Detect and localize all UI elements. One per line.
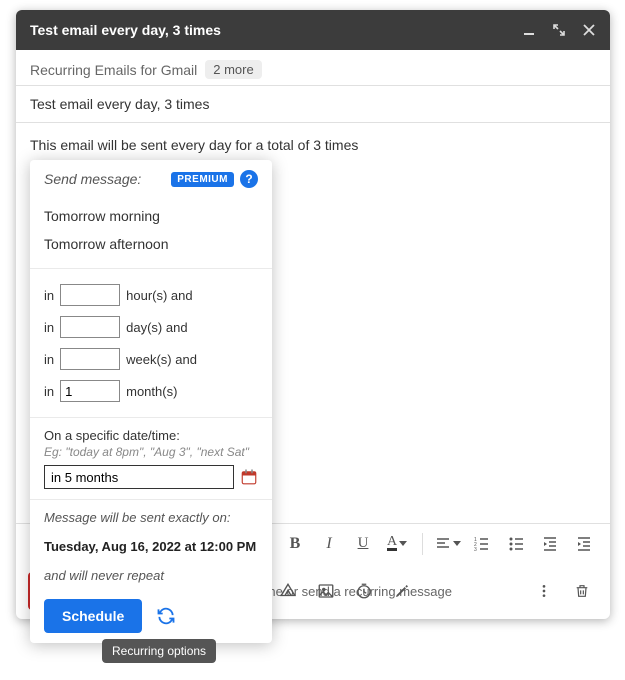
help-icon[interactable]: ? [240, 170, 258, 188]
schedule-popup: Send message: PREMIUM ? Tomorrow morning… [30, 160, 272, 643]
recurring-options-tooltip: Recurring options [102, 639, 216, 663]
days-suffix: day(s) and [126, 320, 187, 335]
pen-icon[interactable] [386, 575, 418, 607]
window-controls [522, 23, 596, 37]
prefix: in [44, 352, 54, 367]
titlebar: Test email every day, 3 times [16, 10, 610, 50]
send-message-label: Send message: [44, 171, 171, 187]
compose-right-group [522, 575, 598, 607]
insert-photo-icon[interactable] [310, 575, 342, 607]
expand-icon[interactable] [552, 23, 566, 37]
weeks-input[interactable] [60, 348, 120, 370]
window-title: Test email every day, 3 times [30, 22, 522, 38]
months-suffix: month(s) [126, 384, 177, 399]
italic-button[interactable]: I [314, 529, 344, 559]
row-months: in month(s) [44, 375, 258, 407]
close-icon[interactable] [582, 23, 596, 37]
bulleted-list-button[interactable] [501, 529, 531, 559]
row-weeks: in week(s) and [44, 343, 258, 375]
more-options-icon[interactable] [528, 575, 560, 607]
date-label: On a specific date/time: [44, 428, 258, 443]
option-tomorrow-afternoon[interactable]: Tomorrow afternoon [44, 230, 258, 258]
minimize-icon[interactable] [522, 23, 536, 37]
align-button[interactable] [433, 529, 463, 559]
svg-text:3: 3 [474, 547, 477, 552]
calendar-icon[interactable] [240, 468, 258, 486]
underline-button[interactable]: U [348, 529, 378, 559]
schedule-repeat: and will never repeat [44, 568, 258, 583]
row-days: in day(s) and [44, 311, 258, 343]
bold-button[interactable]: B [280, 529, 310, 559]
discard-icon[interactable] [566, 575, 598, 607]
row-hours: in hour(s) and [44, 279, 258, 311]
numbered-list-button[interactable]: 123 [467, 529, 497, 559]
schedule-icon[interactable] [348, 575, 380, 607]
recurring-options-icon[interactable] [156, 606, 176, 626]
hours-input[interactable] [60, 284, 120, 306]
schedule-button[interactable]: Schedule [44, 599, 142, 633]
popup-header-section: Send message: PREMIUM ? Tomorrow morning… [30, 160, 272, 269]
months-input[interactable] [60, 380, 120, 402]
prefix: in [44, 288, 54, 303]
separator [422, 533, 423, 555]
recipients-row[interactable]: Recurring Emails for Gmail 2 more [16, 50, 610, 86]
date-input[interactable] [44, 465, 234, 489]
drive-icon[interactable] [272, 575, 304, 607]
indent-less-button[interactable] [535, 529, 565, 559]
hours-suffix: hour(s) and [126, 288, 192, 303]
subject-field[interactable]: Test email every day, 3 times [16, 86, 610, 123]
date-example: Eg: "today at 8pm", "Aug 3", "next Sat" [44, 445, 258, 459]
premium-badge: PREMIUM [171, 172, 234, 187]
recipient-name: Recurring Emails for Gmail [30, 62, 197, 78]
popup-date-section: On a specific date/time: Eg: "today at 8… [30, 418, 272, 500]
text-color-button[interactable]: A [382, 529, 412, 559]
prefix: in [44, 384, 54, 399]
more-recipients-chip[interactable]: 2 more [205, 60, 261, 79]
weeks-suffix: week(s) and [126, 352, 197, 367]
compose-attachments-group [266, 575, 418, 607]
popup-relative-section: in hour(s) and in day(s) and in week(s) … [30, 269, 272, 418]
popup-schedule-section: Message will be sent exactly on: Tuesday… [30, 500, 272, 643]
prefix: in [44, 320, 54, 335]
body-text: This email will be sent every day for a … [30, 137, 358, 153]
schedule-msg: Message will be sent exactly on: [44, 510, 258, 525]
schedule-exact-time: Tuesday, Aug 16, 2022 at 12:00 PM [44, 539, 258, 554]
days-input[interactable] [60, 316, 120, 338]
option-tomorrow-morning[interactable]: Tomorrow morning [44, 202, 258, 230]
indent-more-button[interactable] [569, 529, 599, 559]
